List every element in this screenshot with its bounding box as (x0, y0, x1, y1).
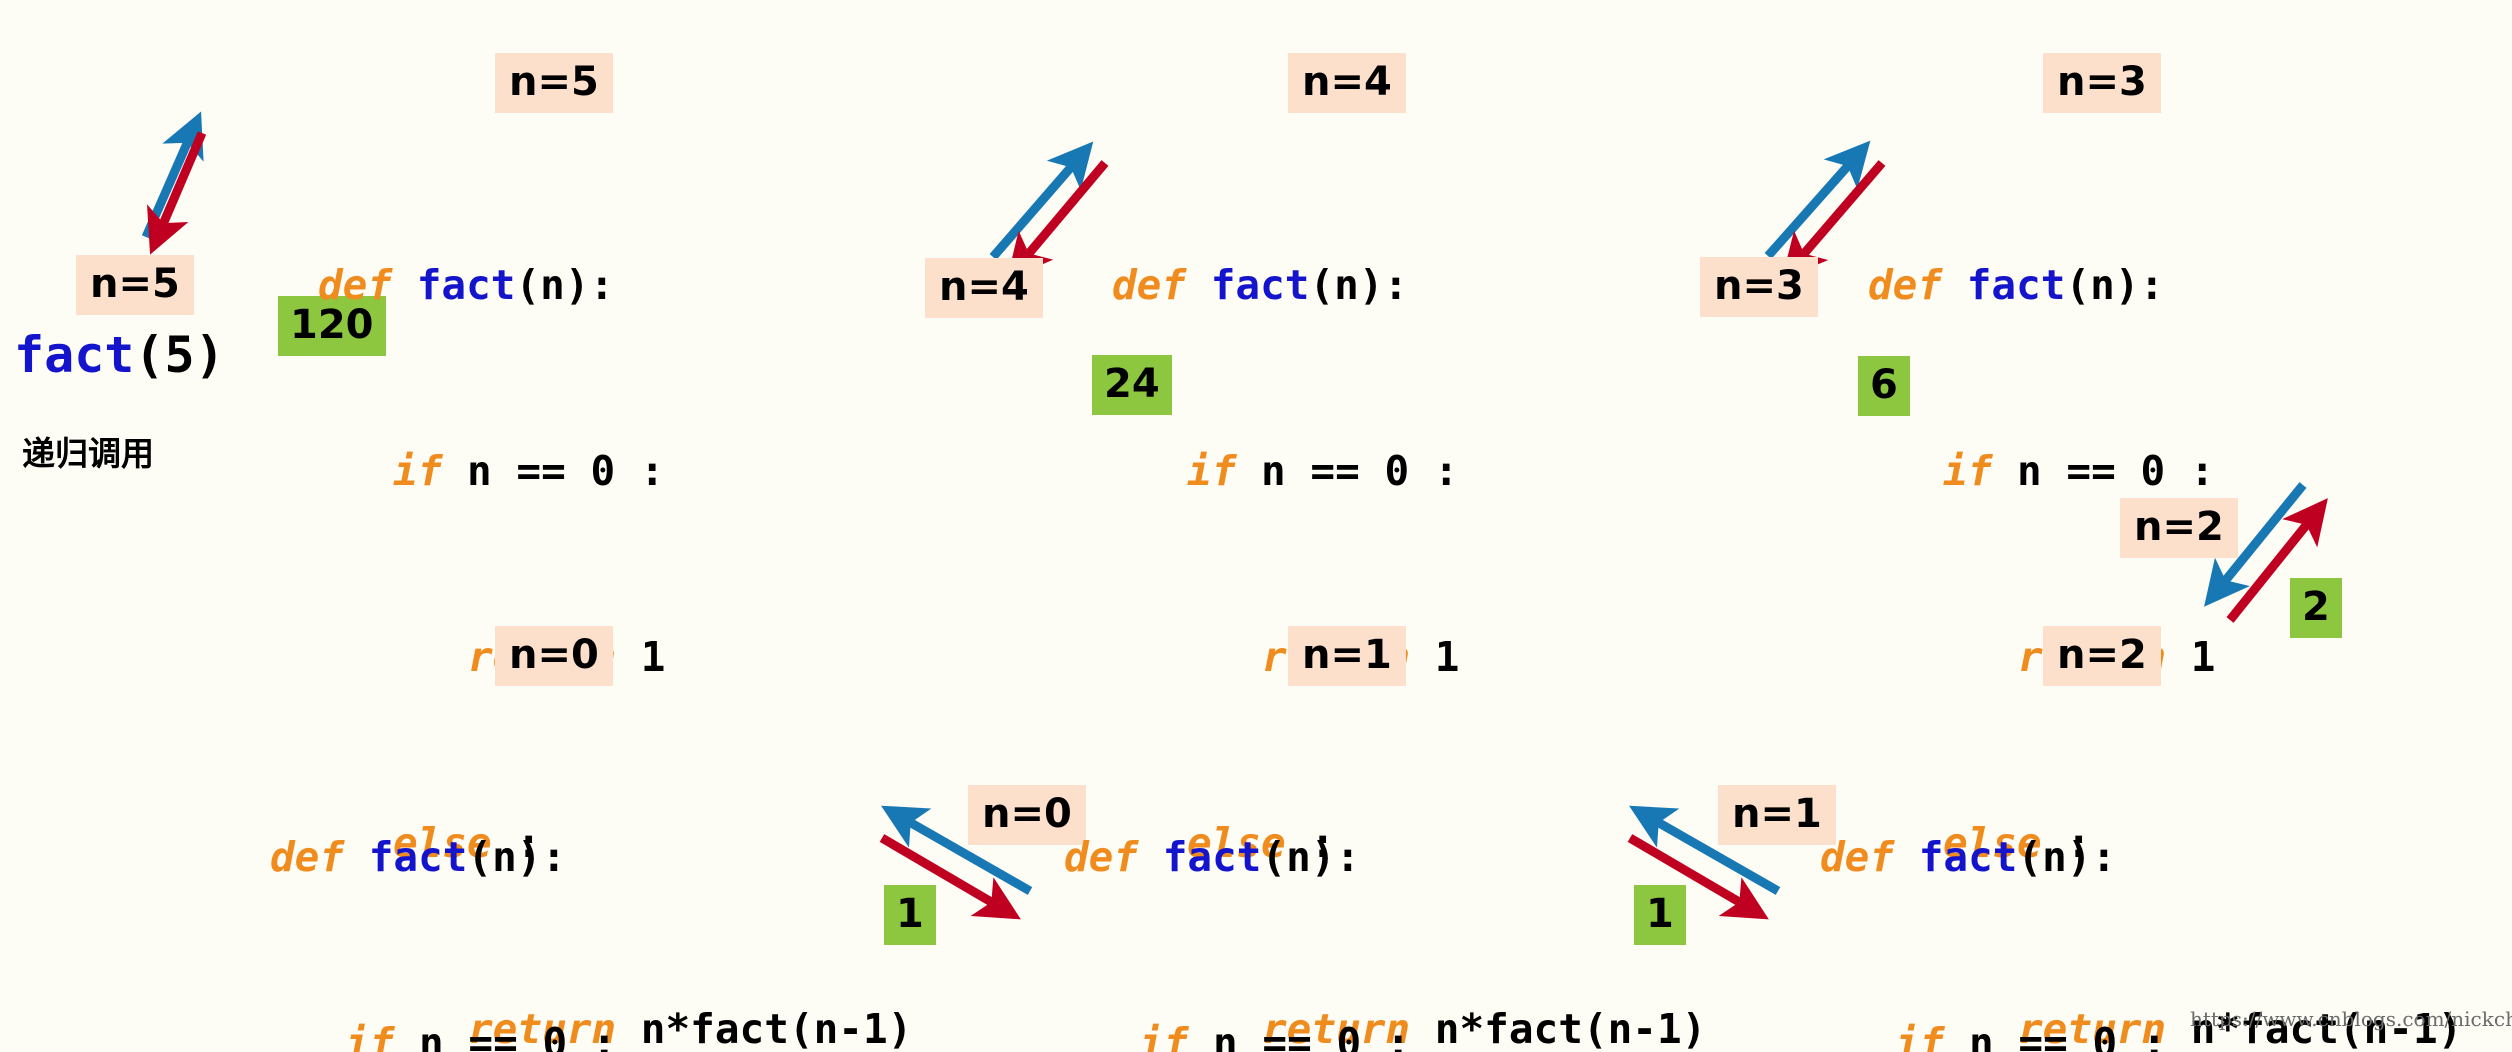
arrow-pair-n3 (1764, 140, 1886, 280)
def-signature-rest: (n): (1309, 261, 1409, 309)
entry-call-function: fact (14, 326, 135, 384)
code-line-if-n3: if n == 0 : (1868, 440, 2462, 502)
kw-if: if (345, 1019, 395, 1052)
def-signature-rest: (n): (515, 261, 615, 309)
fn-name: fact (416, 261, 516, 309)
call-arrow-blue-n4 (989, 141, 1094, 260)
call-arrow-blue-n3 (1764, 140, 1871, 259)
fn-name: fact (1966, 261, 2066, 309)
return-arrow-red-n4 (1006, 160, 1109, 280)
arg-label-n2: n=2 (2120, 498, 2238, 558)
kw-if: if (393, 447, 443, 495)
arrow-pair-n4 (989, 141, 1109, 280)
code-line-if-n5: if n == 0 : (318, 440, 912, 502)
kw-if: if (1139, 1019, 1189, 1052)
frame-label-n4: n=4 (1288, 53, 1406, 113)
return-base-rest: 1 (616, 633, 666, 681)
code-line-def-n4: def fact(n): (1112, 254, 1706, 316)
frame-label-n0: n=0 (495, 626, 613, 686)
code-line-if-n1: if n == 0 : (1064, 1012, 1658, 1052)
kw-def: def (1064, 833, 1139, 881)
fn-name: fact (1210, 261, 1310, 309)
kw-def: def (1112, 261, 1187, 309)
frame-label-n5: n=5 (495, 53, 613, 113)
entry-call-expression: fact(5) (14, 330, 225, 380)
call-arrow-blue-entry (141, 111, 204, 239)
code-line-def-n0: def fact(n): (270, 826, 864, 888)
code-line-def-n3: def fact(n): (1868, 254, 2462, 316)
def-signature-rest: (n): (2017, 833, 2117, 881)
code-block-n0: def fact(n): if n == 0 : return 1 else :… (270, 702, 864, 1052)
fn-name: fact (1162, 833, 1262, 881)
return-value-chip-1-n1: 1 (1634, 885, 1686, 945)
if-condition-rest: n == 0 : (442, 447, 665, 495)
kw-if: if (1187, 447, 1237, 495)
code-line-def-n1: def fact(n): (1064, 826, 1658, 888)
code-block-n2: def fact(n): if n == 0 : return 1 else :… (1820, 702, 2414, 1052)
frame-label-n2: n=2 (2043, 626, 2161, 686)
def-signature-rest: (n): (1261, 833, 1361, 881)
watermark-url: https://www.cnblogs.com/nickchen121/ (2190, 1007, 2512, 1031)
if-condition-rest: n == 0 : (1992, 447, 2215, 495)
kw-if: if (1895, 1019, 1945, 1052)
kw-def: def (270, 833, 345, 881)
code-block-n1: def fact(n): if n == 0 : return 1 else :… (1064, 702, 1658, 1052)
entry-call-arguments: (5) (134, 326, 225, 384)
kw-if: if (1943, 447, 1993, 495)
code-line-return1-n4: return 1 (1112, 626, 1706, 688)
frame-label-n3: n=3 (2043, 53, 2161, 113)
fn-name: fact (1918, 833, 2018, 881)
return-arrow-red-entry (147, 131, 207, 255)
return-value-chip-1-n0: 1 (884, 885, 936, 945)
arg-label-n4: n=4 (925, 258, 1043, 318)
return-base-rest: 1 (1410, 633, 1460, 681)
def-signature-rest: (n): (467, 833, 567, 881)
code-line-return1-n3: return 1 (1868, 626, 2462, 688)
arg-label-n1-transition: n=1 (1718, 785, 1836, 845)
if-condition-rest: n == 0 : (1944, 1019, 2167, 1052)
arrow-pair-entry (141, 111, 207, 255)
kw-def: def (1868, 261, 1943, 309)
def-signature-rest: (n): (2065, 261, 2165, 309)
if-condition-rest: n == 0 : (394, 1019, 617, 1052)
code-line-if-n4: if n == 0 : (1112, 440, 1706, 502)
frame-label-n1: n=1 (1288, 626, 1406, 686)
arg-label-n3: n=3 (1700, 257, 1818, 317)
code-line-return1-n5: return 1 (318, 626, 912, 688)
kw-def: def (1820, 833, 1895, 881)
code-line-def-n2: def fact(n): (1820, 826, 2414, 888)
return-base-rest: 1 (2166, 633, 2216, 681)
if-condition-rest: n == 0 : (1188, 1019, 1411, 1052)
if-condition-rest: n == 0 : (1236, 447, 1459, 495)
entry-caption-recursive-call: 递归调用 (22, 434, 154, 473)
kw-def: def (318, 261, 393, 309)
return-value-chip-2: 2 (2290, 578, 2342, 638)
code-line-def-n5: def fact(n): (318, 254, 912, 316)
code-line-if-n0: if n == 0 : (270, 1012, 864, 1052)
fn-name: fact (368, 833, 468, 881)
recursion-diagram-canvas: n=5 fact(5) 递归调用 120 n=5 def fact(n): if… (0, 0, 2512, 1052)
arg-label-entry: n=5 (76, 255, 194, 315)
